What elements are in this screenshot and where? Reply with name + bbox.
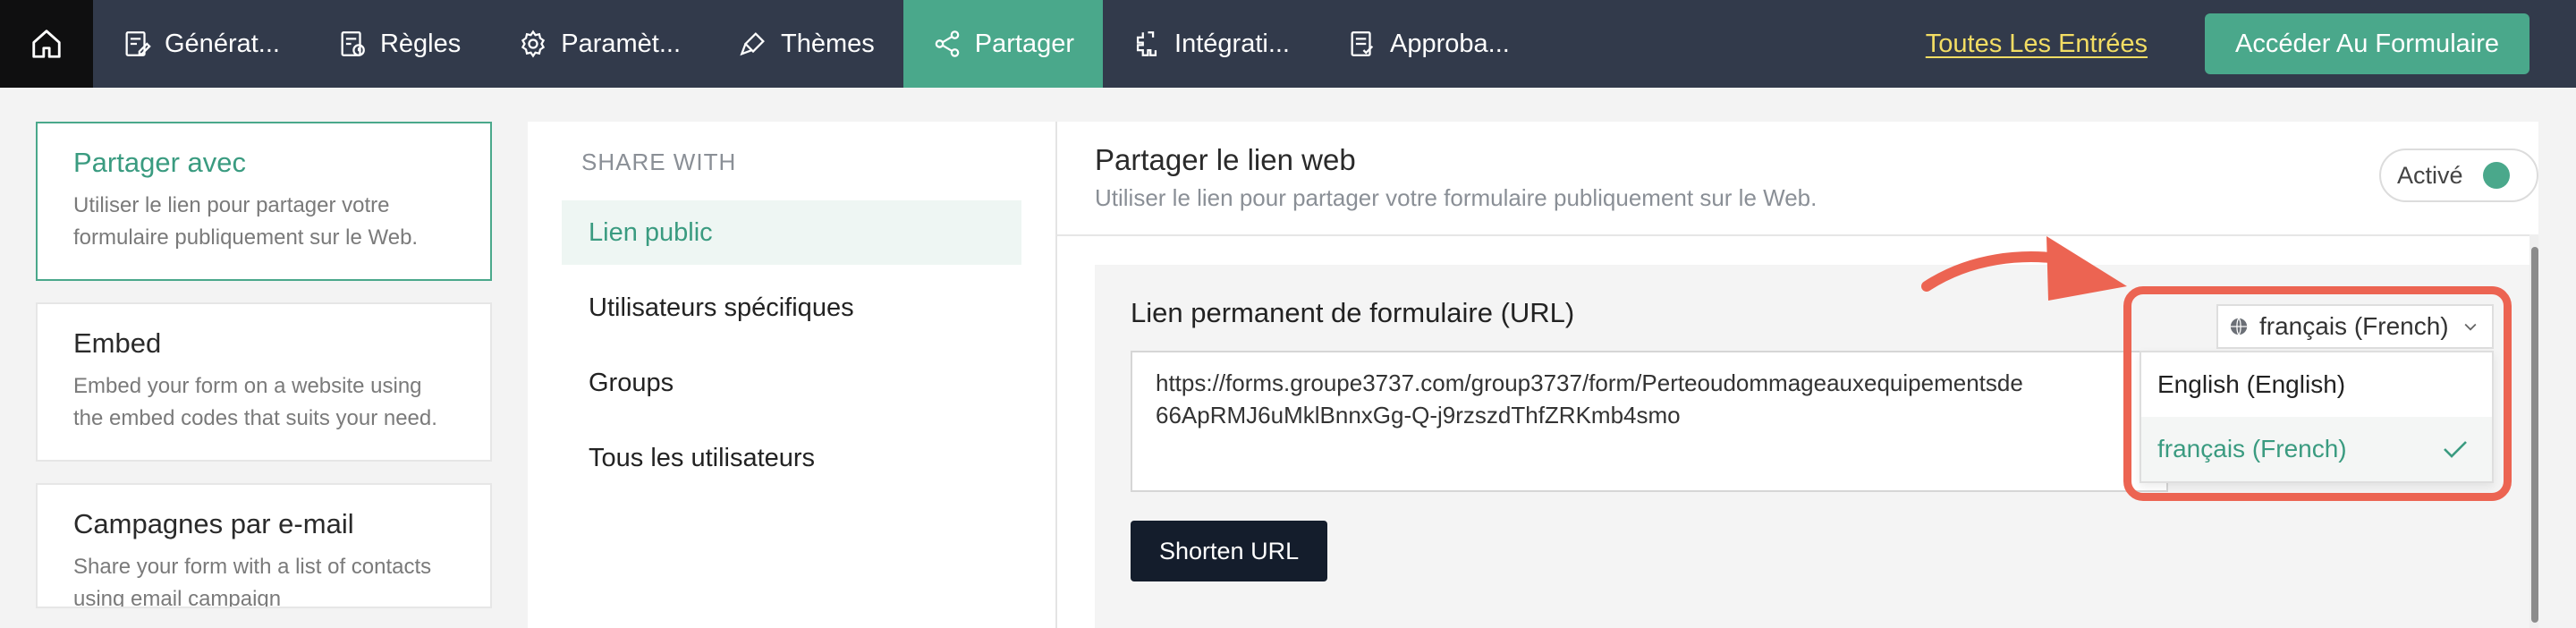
card-title: Embed — [73, 327, 162, 359]
tab-label: Intégrati... — [1174, 29, 1290, 58]
card-description: Embed your form on a website using the e… — [73, 374, 437, 430]
share-icon — [935, 30, 960, 57]
top-navigation-bar: Générat... Règles Paramèt... Thèmes Part… — [0, 0, 2576, 88]
tab-regles[interactable]: Règles — [309, 0, 489, 88]
all-entries-link[interactable]: Toutes Les Entrées — [1926, 30, 2148, 59]
tab-partager[interactable]: Partager — [902, 0, 1104, 88]
scrollbar-thumb[interactable] — [2531, 247, 2538, 623]
language-dropdown-menu: English (English) français (French) — [2140, 351, 2494, 483]
home-button[interactable] — [0, 0, 93, 88]
share-method-email-campaigns[interactable]: Campagnes par e-mail Share your form wit… — [36, 483, 492, 608]
rules-icon — [341, 31, 365, 56]
tab-label: Paramèt... — [561, 29, 682, 58]
tab-themes[interactable]: Thèmes — [709, 0, 903, 88]
card-title: Partager avec — [73, 147, 246, 178]
checkmark-icon — [2444, 441, 2467, 458]
share-with-groups[interactable]: Groups — [562, 351, 1021, 415]
approval-icon — [1351, 31, 1374, 56]
card-description: Utiliser le lien pour partager votre for… — [73, 193, 419, 250]
divider — [1057, 234, 2538, 236]
tab-label: Règles — [379, 29, 462, 58]
tab-integrations[interactable]: Intégrati... — [1103, 0, 1318, 88]
permalink-label: Lien permanent de formulaire (URL) — [1131, 297, 1575, 328]
language-option-label: français (French) — [2157, 435, 2347, 463]
share-with-panel: SHARE WITH Lien public Utilisateurs spéc… — [528, 122, 1055, 628]
tab-label: Thèmes — [781, 29, 875, 58]
share-with-list: Lien public Utilisateurs spécifiques Gro… — [562, 200, 1021, 501]
share-method-partager-avec[interactable]: Partager avec Utiliser le lien pour part… — [36, 122, 492, 281]
tab-label: Partager — [974, 29, 1075, 58]
card-title: Campagnes par e-mail — [73, 508, 354, 539]
card-description: Share your form with a list of contacts … — [73, 555, 432, 608]
permalink-url-field[interactable]: https://forms.groupe3737.com/group3737/f… — [1131, 351, 2168, 492]
integration-icon — [1136, 31, 1157, 56]
paint-brush-icon — [740, 32, 765, 56]
share-methods-list: Partager avec Utiliser le lien pour part… — [36, 122, 492, 628]
toggle-label: Activé — [2397, 161, 2463, 189]
language-option-french[interactable]: français (French) — [2141, 417, 2492, 481]
gear-icon — [521, 30, 546, 58]
share-with-heading: SHARE WITH — [581, 149, 737, 175]
panel-subtitle: Utiliser le lien pour partager votre for… — [1095, 184, 1818, 211]
shorten-url-button[interactable]: Shorten URL — [1131, 521, 1328, 581]
language-select[interactable]: français (French) — [2216, 304, 2494, 349]
toggle-knob — [2482, 162, 2510, 189]
form-edit-icon — [125, 31, 151, 56]
share-method-embed[interactable]: Embed Embed your form on a website using… — [36, 302, 492, 462]
top-actions: Toutes Les Entrées Accéder Au Formulaire — [1926, 0, 2529, 88]
open-form-button[interactable]: Accéder Au Formulaire — [2205, 13, 2529, 74]
language-option-english[interactable]: English (English) — [2141, 352, 2492, 417]
share-with-all-users[interactable]: Tous les utilisateurs — [562, 426, 1021, 490]
home-icon — [32, 30, 61, 58]
tab-label: Approba... — [1390, 29, 1510, 58]
tab-parametres[interactable]: Paramèt... — [489, 0, 709, 88]
language-selected-value: français (French) — [2259, 312, 2449, 340]
tab-label: Générat... — [165, 29, 280, 58]
tab-approbations[interactable]: Approba... — [1318, 0, 1538, 88]
enabled-toggle[interactable]: Activé — [2379, 149, 2538, 202]
share-with-specific-users[interactable]: Utilisateurs spécifiques — [562, 276, 1021, 340]
share-with-public-link[interactable]: Lien public — [562, 200, 1021, 265]
chevron-down-icon — [2464, 323, 2477, 331]
globe-icon — [2230, 318, 2248, 335]
panel-title: Partager le lien web — [1095, 143, 1356, 176]
language-option-label: English (English) — [2157, 370, 2346, 398]
tab-generateur[interactable]: Générat... — [93, 0, 309, 88]
